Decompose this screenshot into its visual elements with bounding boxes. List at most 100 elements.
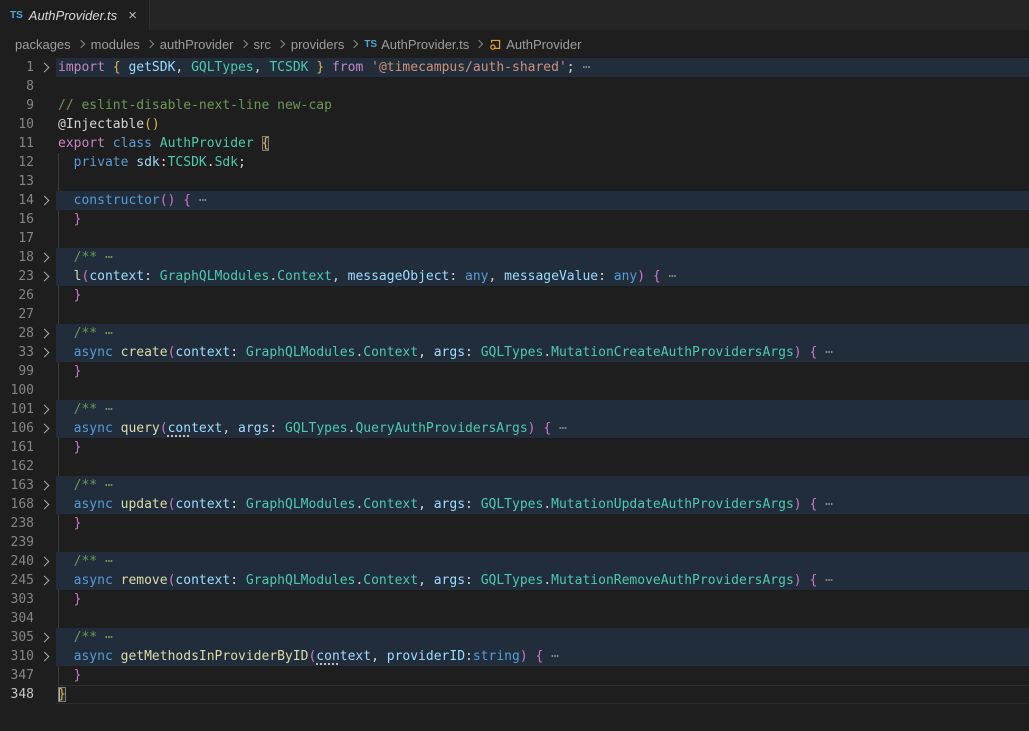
fold-chevron-icon[interactable] — [34, 400, 56, 419]
fold-chevron-icon[interactable] — [34, 248, 56, 267]
code-line-text[interactable]: } — [56, 210, 1029, 229]
code-line-text[interactable]: async remove(context: GraphQLModules.Con… — [56, 571, 1029, 590]
token: , — [175, 60, 191, 75]
code-line: 16 } — [0, 210, 1029, 229]
token — [817, 497, 825, 512]
tab-authprovider[interactable]: TS AuthProvider.ts × — [0, 0, 150, 30]
fold-chevron-icon[interactable] — [34, 476, 56, 495]
code-line-text[interactable]: } — [56, 514, 1029, 533]
code-line-text[interactable]: } — [56, 438, 1029, 457]
code-line-text[interactable]: } — [56, 685, 1029, 704]
token: from — [332, 60, 363, 75]
close-icon[interactable]: × — [126, 7, 139, 24]
code-line-text[interactable]: async query(context, args: GQLTypes.Quer… — [56, 419, 1029, 438]
code-line-text[interactable] — [56, 381, 1029, 400]
fold-ellipsis[interactable]: … — [105, 625, 114, 644]
token — [58, 364, 74, 379]
code-line: 162 — [0, 457, 1029, 476]
fold-ellipsis[interactable]: … — [669, 264, 678, 283]
breadcrumb-item-modules[interactable]: modules — [91, 37, 140, 52]
fold-ellipsis[interactable]: … — [582, 55, 591, 74]
code-line-text[interactable]: export class AuthProvider { — [56, 134, 1029, 153]
breadcrumb-item-packages[interactable]: packages — [15, 37, 71, 52]
code-line-text[interactable]: async create(context: GraphQLModules.Con… — [56, 343, 1029, 362]
fold-chevron-icon[interactable] — [34, 552, 56, 571]
code-line-text[interactable]: } — [56, 286, 1029, 305]
code-line-text[interactable] — [56, 609, 1029, 628]
code-line-text[interactable] — [56, 533, 1029, 552]
fold-ellipsis[interactable]: … — [559, 416, 568, 435]
fold-chevron-icon[interactable] — [34, 628, 56, 647]
fold-ellipsis[interactable]: … — [825, 568, 834, 587]
code-line-text[interactable]: import { getSDK, GQLTypes, TCSDK } from … — [56, 58, 1029, 77]
code-line-text[interactable]: } — [56, 590, 1029, 609]
fold-ellipsis[interactable]: … — [551, 644, 560, 663]
code-line-text[interactable]: @Injectable() — [56, 115, 1029, 134]
token: getSDK — [128, 60, 175, 75]
code-line: 163 /** … — [0, 476, 1029, 495]
line-number: 33 — [0, 343, 34, 362]
code-line: 28 /** … — [0, 324, 1029, 343]
code-line-text[interactable]: } — [56, 666, 1029, 685]
code-line-text[interactable] — [56, 77, 1029, 96]
token — [58, 421, 74, 436]
code-line-text[interactable]: /** … — [56, 248, 1029, 267]
code-line-text[interactable]: async getMethodsInProviderByID(context, … — [56, 647, 1029, 666]
code-line-text[interactable]: constructor() { … — [56, 191, 1029, 210]
token: async — [74, 497, 113, 512]
breadcrumb-item-file[interactable]: TSAuthProvider.ts — [364, 37, 469, 52]
code-line-text[interactable]: /** … — [56, 400, 1029, 419]
fold-chevron-icon[interactable] — [34, 267, 56, 286]
fold-ellipsis[interactable]: … — [105, 549, 114, 568]
fold-ellipsis[interactable]: … — [105, 397, 114, 416]
gutter-space — [34, 134, 56, 153]
chevron-right-icon — [39, 652, 49, 662]
line-number: 239 — [0, 533, 34, 552]
token: ) — [520, 649, 528, 664]
breadcrumb-item-providers[interactable]: providers — [291, 37, 344, 52]
fold-ellipsis[interactable]: … — [105, 473, 114, 492]
fold-chevron-icon[interactable] — [34, 191, 56, 210]
gutter-space — [34, 153, 56, 172]
token: ) — [637, 269, 645, 284]
chevron-right-icon — [39, 329, 49, 339]
token: args — [238, 421, 269, 436]
line-number: 23 — [0, 267, 34, 286]
fold-chevron-icon[interactable] — [34, 324, 56, 343]
code-line-text[interactable]: } — [56, 362, 1029, 381]
code-line-text[interactable]: /** … — [56, 476, 1029, 495]
code-line-text[interactable] — [56, 305, 1029, 324]
code-line-text[interactable]: /** … — [56, 628, 1029, 647]
code-line-text[interactable] — [56, 229, 1029, 248]
code-line-text[interactable]: l(context: GraphQLModules.Context, messa… — [56, 267, 1029, 286]
fold-chevron-icon[interactable] — [34, 419, 56, 438]
code-line: 240 /** … — [0, 552, 1029, 571]
code-line-text[interactable] — [56, 457, 1029, 476]
fold-chevron-icon[interactable] — [34, 571, 56, 590]
token: { — [262, 136, 270, 151]
breadcrumb-item-authProvider[interactable]: authProvider — [160, 37, 234, 52]
token — [152, 136, 160, 151]
fold-ellipsis[interactable]: … — [105, 245, 114, 264]
code-line-text[interactable]: private sdk:TCSDK.Sdk; — [56, 153, 1029, 172]
fold-ellipsis[interactable]: … — [199, 188, 208, 207]
fold-ellipsis[interactable]: … — [105, 321, 114, 340]
fold-ellipsis[interactable]: … — [825, 492, 834, 511]
token — [324, 60, 332, 75]
breadcrumb-item-symbol[interactable]: AuthProvider — [489, 37, 581, 52]
fold-chevron-icon[interactable] — [34, 495, 56, 514]
fold-ellipsis[interactable]: … — [825, 340, 834, 359]
fold-chevron-icon[interactable] — [34, 58, 56, 77]
code-line-text[interactable]: /** … — [56, 552, 1029, 571]
chevron-right-icon — [39, 481, 49, 491]
code-line-text[interactable]: async update(context: GraphQLModules.Con… — [56, 495, 1029, 514]
fold-chevron-icon[interactable] — [34, 647, 56, 666]
token — [113, 421, 121, 436]
token — [58, 649, 74, 664]
breadcrumb-item-src[interactable]: src — [254, 37, 271, 52]
chevron-right-icon — [39, 348, 49, 358]
code-line-text[interactable]: /** … — [56, 324, 1029, 343]
fold-chevron-icon[interactable] — [34, 343, 56, 362]
token: /** — [74, 402, 97, 417]
code-line-text[interactable]: // eslint-disable-next-line new-cap — [56, 96, 1029, 115]
